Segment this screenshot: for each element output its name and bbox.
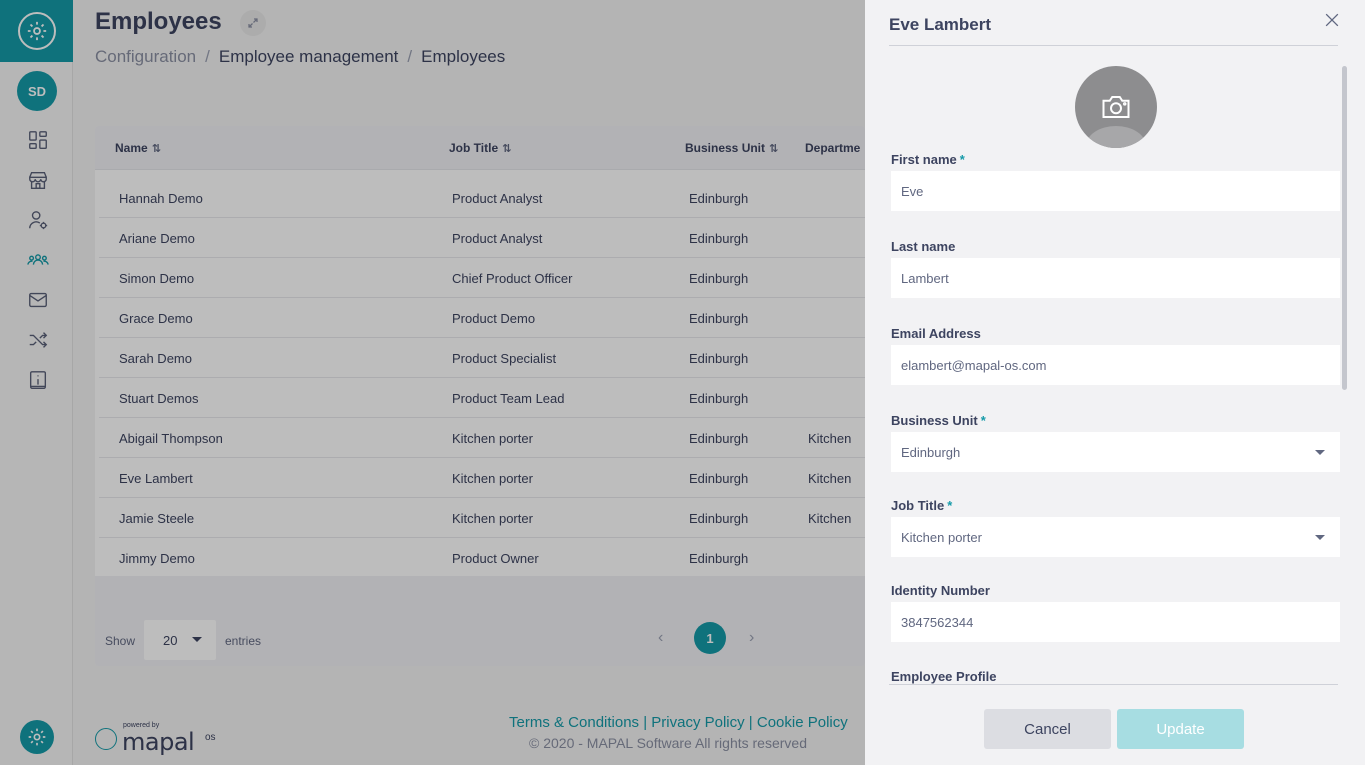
update-button[interactable]: Update xyxy=(1117,709,1244,749)
divider xyxy=(889,45,1338,46)
first-name-field[interactable] xyxy=(891,171,1340,211)
caret-down-icon xyxy=(1315,535,1325,540)
profile-photo-upload[interactable] xyxy=(1075,66,1157,148)
caret-down-icon xyxy=(1315,450,1325,455)
edit-employee-drawer: Eve Lambert First name* Last name Email … xyxy=(865,0,1365,765)
job-title-select[interactable]: Kitchen porter xyxy=(891,517,1340,557)
drawer-form: First name* Last name Email Address Busi… xyxy=(889,58,1344,684)
cancel-button[interactable]: Cancel xyxy=(984,709,1111,749)
drawer-scrollbar[interactable] xyxy=(1342,66,1347,390)
business-unit-label: Business Unit * xyxy=(891,413,986,428)
email-label: Email Address xyxy=(891,326,981,341)
divider xyxy=(889,684,1338,685)
close-icon[interactable] xyxy=(1322,10,1342,30)
camera-icon xyxy=(1101,94,1131,125)
modal-backdrop[interactable] xyxy=(0,0,865,765)
last-name-field[interactable] xyxy=(891,258,1340,298)
identity-number-field[interactable] xyxy=(891,602,1340,642)
first-name-label: First name * xyxy=(891,152,965,167)
identity-number-label: Identity Number xyxy=(891,583,990,598)
avatar-silhouette xyxy=(1086,126,1146,148)
email-field[interactable] xyxy=(891,345,1340,385)
employee-profile-label: Employee Profile xyxy=(891,669,997,684)
job-title-label: Job Title * xyxy=(891,498,953,513)
last-name-label: Last name xyxy=(891,239,956,254)
drawer-title: Eve Lambert xyxy=(889,15,992,34)
business-unit-select[interactable]: Edinburgh xyxy=(891,432,1340,472)
